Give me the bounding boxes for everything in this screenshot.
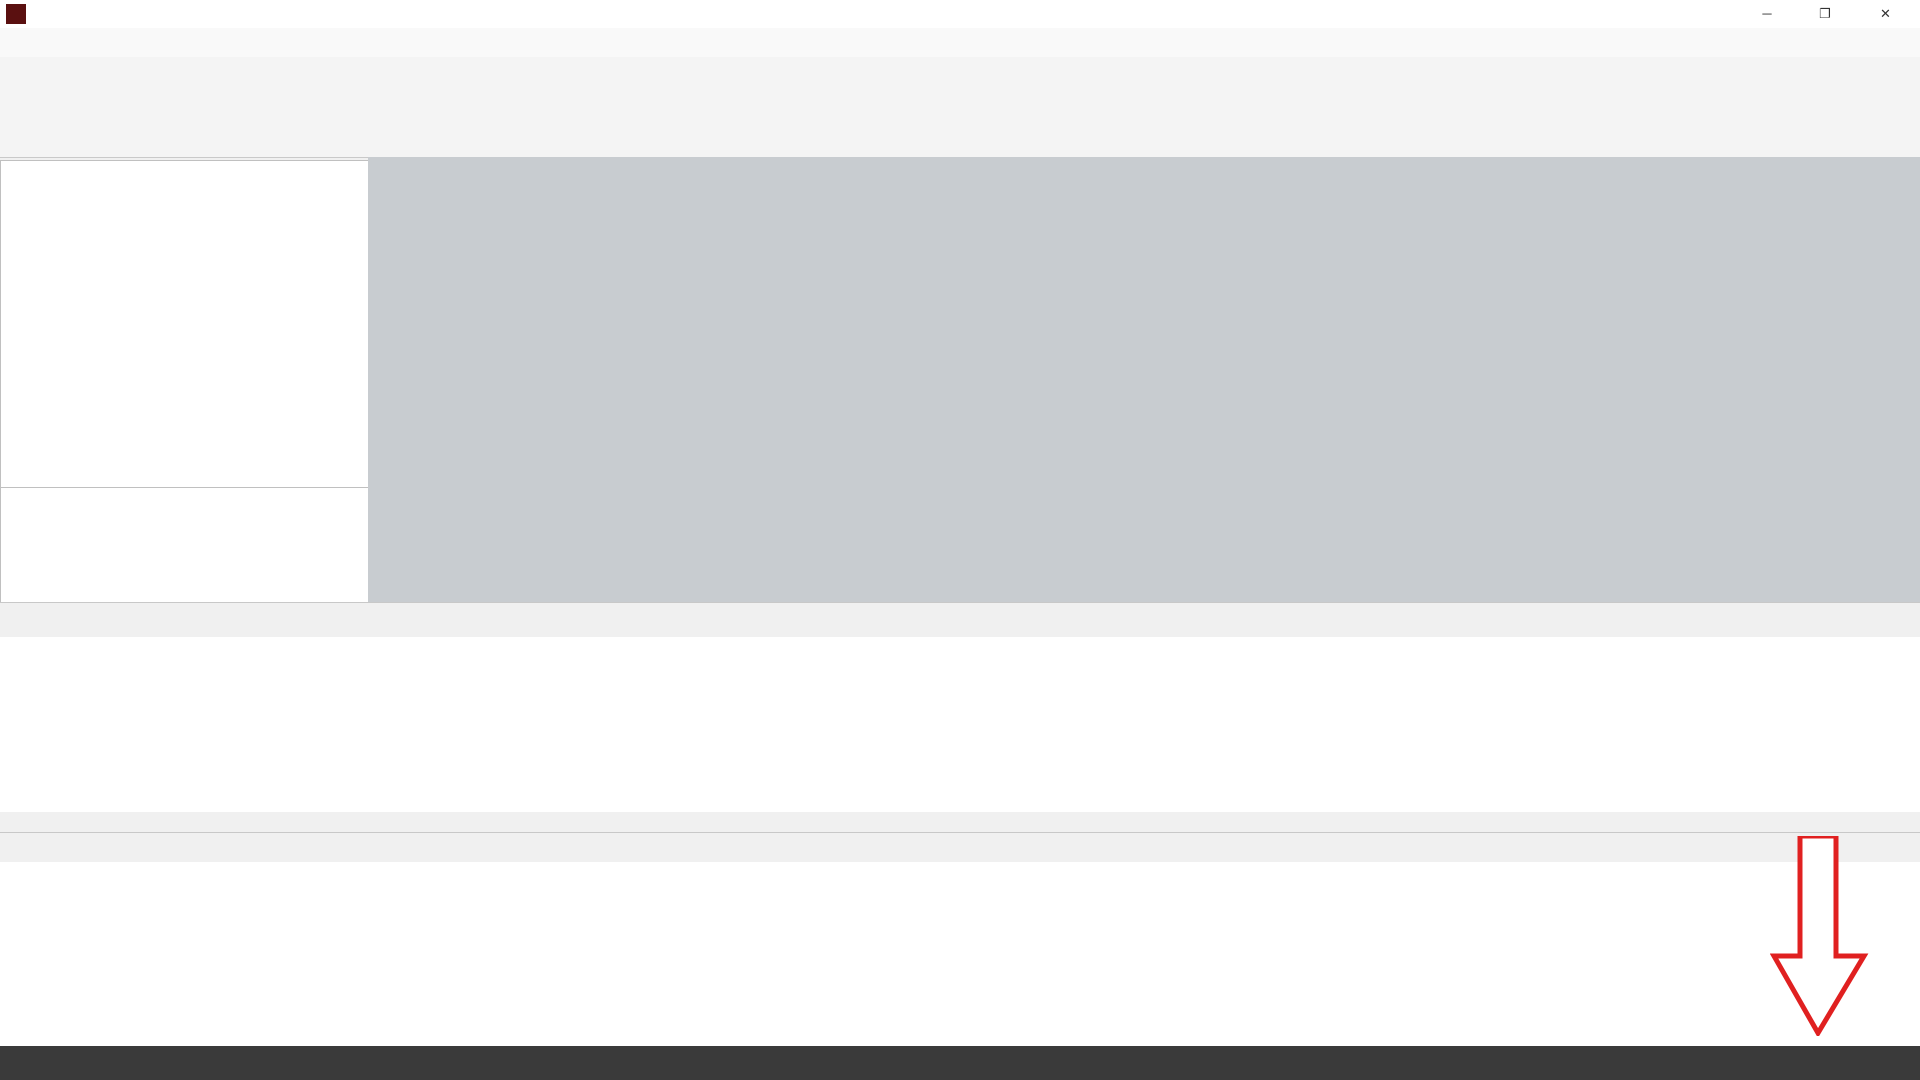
menu-bar xyxy=(0,28,1920,58)
mt5-application-window: ─ ❐ ✕ xyxy=(0,0,1920,1080)
bottom-tab-row-1 xyxy=(0,602,1920,638)
navigator-panel xyxy=(0,487,370,604)
toolbox-history-1 xyxy=(0,637,1920,812)
minimize-button[interactable]: ─ xyxy=(1742,6,1792,21)
toolbar-standard xyxy=(0,57,1920,113)
bottom-tab-row-2 xyxy=(0,832,1920,863)
toolbar-line-studies xyxy=(0,112,1920,158)
window-titlebar[interactable]: ─ ❐ ✕ xyxy=(0,0,1920,29)
annotation-arrow-down xyxy=(1770,836,1870,1036)
windows-taskbar xyxy=(0,1046,1920,1080)
maximize-button[interactable]: ❐ xyxy=(1800,6,1850,22)
toolbox-history-2 xyxy=(0,862,1920,1046)
chart-workspace xyxy=(368,157,1920,602)
market-watch-panel xyxy=(0,160,370,489)
close-button[interactable]: ✕ xyxy=(1858,6,1913,22)
app-logo-icon xyxy=(6,4,26,24)
screenshot-seam-strip xyxy=(0,812,1920,832)
